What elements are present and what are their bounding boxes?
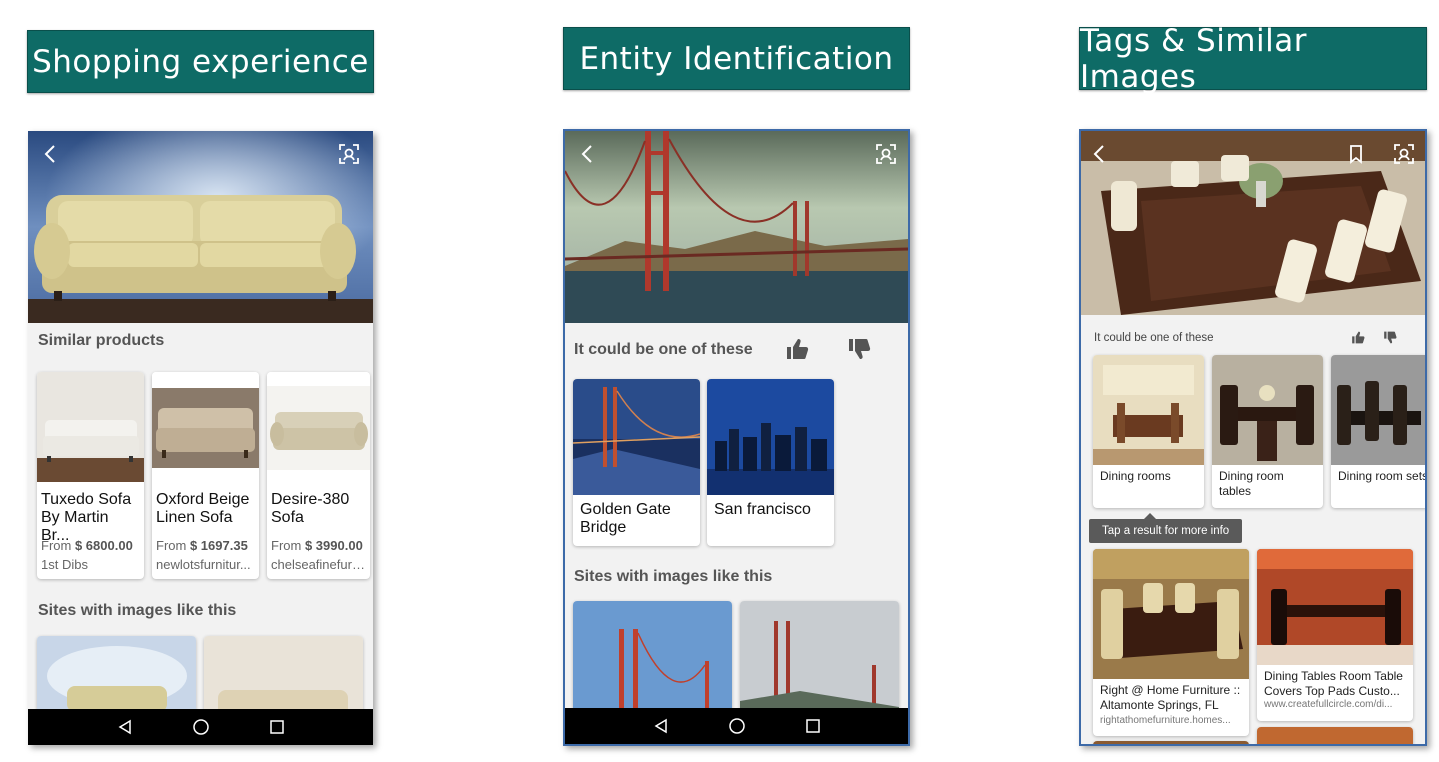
result-site: rightathomefurniture.homes...: [1100, 715, 1231, 726]
hero-sofa-image: [28, 131, 373, 323]
bookmark-icon[interactable]: [1345, 143, 1367, 165]
hero-bridge-image: [565, 131, 908, 323]
tag-image: [1331, 355, 1425, 465]
site-image: [740, 601, 899, 721]
entity-card-san-francisco[interactable]: San francisco: [707, 379, 834, 546]
result-title: Dining Tables Room Table Covers Top Pads…: [1264, 669, 1403, 698]
hero-dining-image: [1081, 131, 1425, 315]
nav-recent-apps-icon[interactable]: [266, 716, 288, 738]
could-be-title: It could be one of these: [1094, 332, 1214, 344]
tag-card[interactable]: Dining rooms: [1093, 355, 1204, 508]
result-image: [1093, 549, 1249, 679]
product-price: From $ 3990.00: [271, 538, 363, 553]
product-image: [267, 372, 370, 482]
product-name: Tuxedo Sofa By Martin Br...: [41, 491, 132, 544]
tag-image: [1093, 355, 1204, 465]
similar-products-title: Similar products: [38, 332, 165, 349]
thumbs-down-icon[interactable]: [847, 338, 871, 360]
result-card-partial[interactable]: [1257, 727, 1413, 744]
entity-name: San francisco: [714, 501, 811, 518]
result-site: www.createfullcircle.com/di...: [1264, 699, 1393, 710]
nav-recent-apps-icon[interactable]: [802, 715, 824, 737]
result-card[interactable]: Right @ Home Furniture :: Altamonte Spri…: [1093, 549, 1249, 736]
banner-tags-similar-images: Tags & Similar Images: [1079, 23, 1427, 95]
phone-shopping: Similar products Tuxedo Sofa By Martin B…: [28, 131, 373, 745]
entity-name: Golden Gate Bridge: [580, 501, 671, 536]
back-chevron-icon[interactable]: [577, 143, 599, 165]
product-card[interactable]: Desire-380 Sofa From $ 3990.00 chelseafi…: [267, 372, 370, 579]
could-be-title: It could be one of these: [574, 341, 753, 358]
android-nav-bar: [565, 708, 908, 744]
result-card[interactable]: Dining Tables Room Table Covers Top Pads…: [1257, 549, 1413, 721]
result-image: [1093, 741, 1249, 744]
visual-search-icon[interactable]: [338, 143, 360, 165]
sites-with-images-title: Sites with images like this: [38, 602, 237, 619]
tag-name: Dining room sets: [1338, 469, 1427, 483]
nav-back-icon[interactable]: [114, 716, 136, 738]
entity-image: [573, 379, 700, 495]
back-chevron-icon[interactable]: [1089, 143, 1111, 165]
nav-back-icon[interactable]: [650, 715, 672, 737]
back-chevron-icon[interactable]: [40, 143, 62, 165]
product-site: chelseafinefurn...: [271, 557, 368, 572]
nav-home-icon[interactable]: [190, 716, 212, 738]
result-image: [1257, 727, 1413, 744]
site-image-card[interactable]: [740, 601, 899, 721]
product-image: [152, 372, 259, 482]
site-image: [573, 601, 732, 721]
product-price: From $ 6800.00: [41, 538, 133, 553]
result-card-partial[interactable]: [1093, 741, 1249, 744]
product-card[interactable]: Tuxedo Sofa By Martin Br... From $ 6800.…: [37, 372, 144, 579]
product-image: [37, 372, 144, 482]
phone-entity-identification: It could be one of these Golden Gate Bri…: [563, 129, 910, 746]
thumbs-up-icon[interactable]: [785, 338, 809, 360]
result-image: [1257, 549, 1413, 665]
entity-image: [707, 379, 834, 495]
product-card[interactable]: Oxford Beige Linen Sofa From $ 1697.35 n…: [152, 372, 259, 579]
product-price: From $ 1697.35: [156, 538, 248, 553]
nav-home-icon[interactable]: [726, 715, 748, 737]
thumbs-up-icon[interactable]: [1351, 331, 1365, 344]
result-title: Right @ Home Furniture :: Altamonte Spri…: [1100, 683, 1241, 712]
phone-tags-similar-images: It could be one of these Dining rooms Di…: [1079, 129, 1427, 746]
tag-name: Dining rooms: [1100, 469, 1171, 483]
tap-result-tooltip: Tap a result for more info: [1089, 513, 1243, 543]
tag-image: [1212, 355, 1323, 465]
android-nav-bar: [28, 709, 373, 745]
visual-search-icon[interactable]: [875, 143, 897, 165]
tag-card[interactable]: Dining room tables: [1212, 355, 1323, 508]
tag-name: Dining room tables: [1219, 469, 1284, 498]
sites-with-images-title: Sites with images like this: [574, 568, 773, 585]
banner-shopping-experience: Shopping experience: [27, 30, 374, 93]
site-image-card[interactable]: [573, 601, 732, 721]
product-name: Oxford Beige Linen Sofa: [156, 491, 250, 526]
product-site: 1st Dibs: [41, 557, 88, 572]
tag-card[interactable]: Dining room sets: [1331, 355, 1427, 508]
entity-card-golden-gate[interactable]: Golden Gate Bridge: [573, 379, 700, 546]
product-site: newlotsfurnitur...: [156, 557, 251, 572]
product-name: Desire-380 Sofa: [271, 491, 350, 526]
banner-entity-identification: Entity Identification: [563, 27, 910, 90]
thumbs-down-icon[interactable]: [1383, 331, 1397, 344]
visual-search-icon[interactable]: [1393, 143, 1415, 165]
